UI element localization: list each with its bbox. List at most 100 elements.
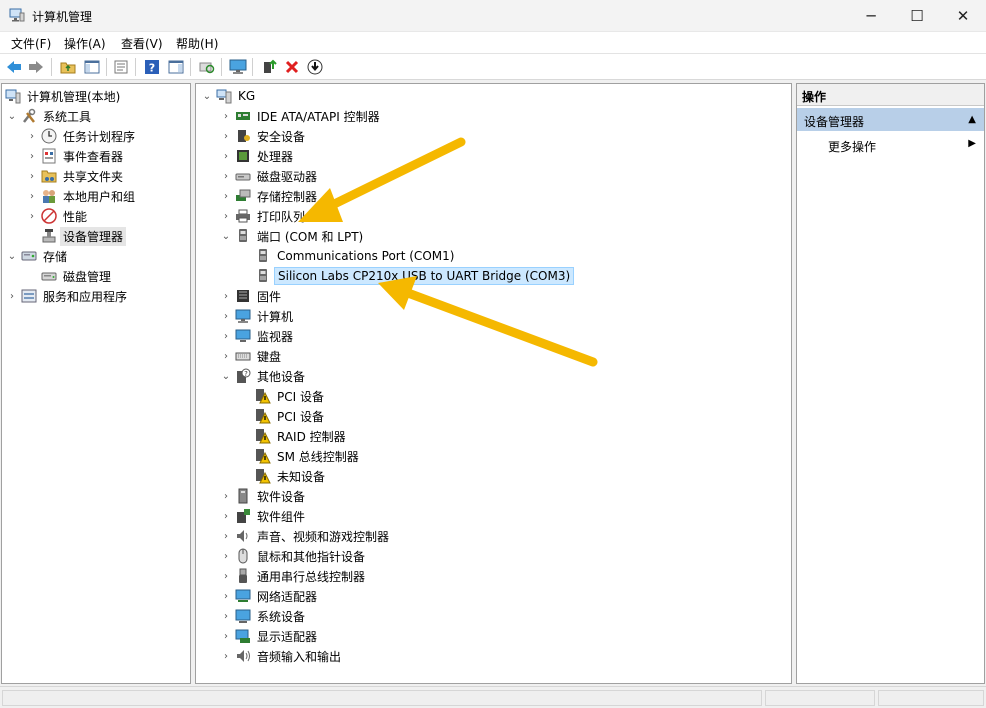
maximize-button[interactable]: ☐ xyxy=(894,0,940,32)
chevron-right-icon[interactable]: › xyxy=(26,186,38,206)
chevron-down-icon[interactable]: ⌄ xyxy=(220,226,232,246)
disable-device-icon[interactable] xyxy=(305,57,325,77)
menu-help[interactable]: 帮助(H) xyxy=(174,35,220,52)
more-actions-item[interactable]: 更多操作 xyxy=(828,138,876,155)
tree-item-event-viewer[interactable]: › 事件查看器 xyxy=(26,146,126,166)
chevron-right-icon[interactable]: › xyxy=(220,126,232,146)
device-category-computer[interactable]: › 计算机 xyxy=(220,306,296,326)
device-category-system-devices[interactable]: › 系统设备 xyxy=(220,606,308,626)
chevron-right-icon[interactable]: › xyxy=(220,286,232,306)
chevron-right-icon[interactable]: › xyxy=(220,186,232,206)
chevron-right-icon[interactable]: › xyxy=(220,486,232,506)
device-category-display-adapters[interactable]: › 显示适配器 xyxy=(220,626,320,646)
tree-item-local-users-groups[interactable]: › 本地用户和组 xyxy=(26,186,138,206)
chevron-down-icon[interactable]: ⌄ xyxy=(6,106,18,126)
tree-item-shared-folders[interactable]: › 共享文件夹 xyxy=(26,166,126,186)
tree-item-task-scheduler[interactable]: › 任务计划程序 xyxy=(26,126,138,146)
help-icon[interactable]: ? xyxy=(142,57,162,77)
device-category-keyboards[interactable]: › 键盘 xyxy=(220,346,284,366)
tree-item-computer-management[interactable]: 计算机管理(本地) xyxy=(5,86,123,106)
device-category-ide[interactable]: › IDE ATA/ATAPI 控制器 xyxy=(220,106,383,126)
network-adapter-icon xyxy=(235,588,251,604)
device-category-disk-drives[interactable]: › 磁盘驱动器 xyxy=(220,166,320,186)
menu-action[interactable]: 操作(A) xyxy=(62,35,108,52)
tree-item-services-applications[interactable]: › 服务和应用程序 xyxy=(6,286,130,306)
disk-drive-icon xyxy=(235,168,251,184)
close-button[interactable]: ✕ xyxy=(940,0,986,32)
usb-icon xyxy=(235,568,251,584)
device-item-pci-1[interactable]: PCI 设备 xyxy=(255,386,327,406)
chevron-down-icon[interactable]: ⌄ xyxy=(6,246,18,266)
chevron-down-icon[interactable]: ⌄ xyxy=(220,366,232,386)
chevron-right-icon[interactable]: › xyxy=(220,646,232,666)
chevron-right-icon[interactable]: › xyxy=(220,526,232,546)
device-item-smbus[interactable]: SM 总线控制器 xyxy=(255,446,362,466)
chevron-right-icon[interactable]: › xyxy=(220,586,232,606)
menu-view[interactable]: 查看(V) xyxy=(119,35,165,52)
chevron-right-icon[interactable]: › xyxy=(220,146,232,166)
chevron-right-icon[interactable]: › xyxy=(220,566,232,586)
device-category-processor[interactable]: › 处理器 xyxy=(220,146,296,166)
device-item-pci-2[interactable]: PCI 设备 xyxy=(255,406,327,426)
device-category-software-components[interactable]: › 软件组件 xyxy=(220,506,308,526)
device-category-print-queues[interactable]: › 打印队列 xyxy=(220,206,308,226)
device-category-audio-io[interactable]: › 音频输入和输出 xyxy=(220,646,344,666)
device-tree-label: 鼠标和其他指针设备 xyxy=(257,549,366,564)
actions-section-device-manager[interactable]: 设备管理器 ▲ xyxy=(797,108,984,131)
device-category-network-adapters[interactable]: › 网络适配器 xyxy=(220,586,320,606)
chevron-right-icon[interactable]: › xyxy=(220,506,232,526)
tree-item-disk-management[interactable]: 磁盘管理 xyxy=(41,266,114,286)
update-driver-icon[interactable] xyxy=(259,57,279,77)
chevron-right-icon[interactable]: › xyxy=(220,346,232,366)
chevron-right-icon[interactable]: › xyxy=(26,166,38,186)
device-category-ports[interactable]: ⌄ 端口 (COM 和 LPT) xyxy=(220,226,366,246)
chevron-right-icon[interactable]: › xyxy=(220,306,232,326)
tree-item-label: 本地用户和组 xyxy=(63,189,136,204)
chevron-right-icon[interactable]: › xyxy=(220,326,232,346)
forward-icon[interactable] xyxy=(26,57,46,77)
show-hide-tree-icon[interactable] xyxy=(82,57,102,77)
show-hide-action-pane-icon[interactable] xyxy=(166,57,186,77)
chevron-down-icon[interactable]: ⌄ xyxy=(201,86,213,106)
collapse-triangle-icon[interactable]: ▲ xyxy=(968,114,976,125)
chevron-right-icon[interactable]: › xyxy=(6,286,18,306)
chevron-right-icon[interactable]: › xyxy=(26,206,38,226)
chevron-right-icon[interactable]: › xyxy=(220,106,232,126)
tree-item-device-manager[interactable]: 设备管理器 xyxy=(41,226,127,246)
device-category-storage-controllers[interactable]: › 存储控制器 xyxy=(220,186,320,206)
device-category-usb[interactable]: › 通用串行总线控制器 xyxy=(220,566,368,586)
keyboard-icon xyxy=(235,348,251,364)
device-item-com1[interactable]: Communications Port (COM1) xyxy=(255,246,457,266)
device-category-other-devices[interactable]: ⌄ ? 其他设备 xyxy=(220,366,308,386)
device-category-mice[interactable]: › 鼠标和其他指针设备 xyxy=(220,546,368,566)
minimize-button[interactable]: ─ xyxy=(848,0,894,32)
monitor-icon[interactable] xyxy=(228,57,248,77)
device-category-software-devices[interactable]: › 软件设备 xyxy=(220,486,308,506)
device-category-sound[interactable]: › 声音、视频和游戏控制器 xyxy=(220,526,392,546)
chevron-right-icon[interactable]: › xyxy=(220,606,232,626)
chevron-right-icon[interactable]: › xyxy=(220,626,232,646)
tree-item-storage[interactable]: ⌄ 存储 xyxy=(6,246,70,266)
device-category-monitors[interactable]: › 监视器 xyxy=(220,326,296,346)
device-tree-root[interactable]: ⌄ KG xyxy=(201,86,258,106)
back-icon[interactable] xyxy=(4,57,24,77)
device-category-firmware[interactable]: › 固件 xyxy=(220,286,284,306)
uninstall-icon[interactable] xyxy=(282,57,302,77)
device-item-unknown[interactable]: 未知设备 xyxy=(255,466,328,486)
scan-hardware-icon[interactable] xyxy=(197,57,217,77)
chevron-right-icon[interactable]: › xyxy=(26,126,38,146)
menu-file[interactable]: 文件(F) xyxy=(9,35,53,52)
chevron-right-icon[interactable]: › xyxy=(220,166,232,186)
tree-item-performance[interactable]: › 性能 xyxy=(26,206,90,226)
device-item-cp210x[interactable]: Silicon Labs CP210x USB to UART Bridge (… xyxy=(255,266,575,286)
chevron-right-icon[interactable]: › xyxy=(220,206,232,226)
submenu-arrow-icon[interactable]: ▶ xyxy=(968,138,976,149)
up-folder-icon[interactable] xyxy=(58,57,78,77)
properties-icon[interactable] xyxy=(111,57,131,77)
chevron-right-icon[interactable]: › xyxy=(26,146,38,166)
device-item-raid[interactable]: RAID 控制器 xyxy=(255,426,349,446)
device-category-security[interactable]: › 安全设备 xyxy=(220,126,308,146)
tree-item-system-tools[interactable]: ⌄ 系统工具 xyxy=(6,106,94,126)
chevron-right-icon[interactable]: › xyxy=(220,546,232,566)
toolbar: ? xyxy=(0,54,986,80)
